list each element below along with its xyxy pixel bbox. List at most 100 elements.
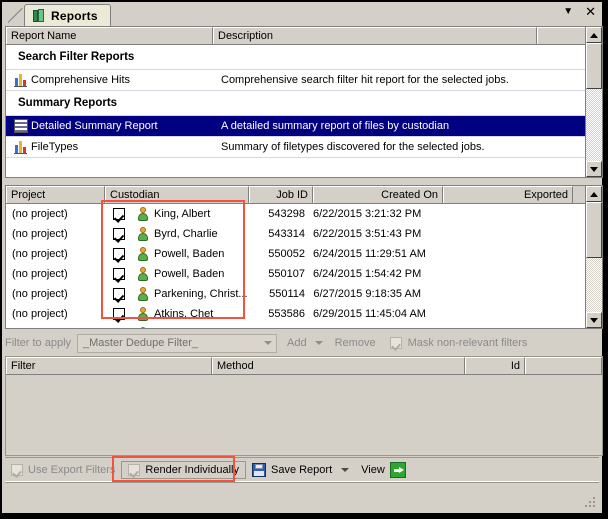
add-filter-chevron-icon[interactable] — [314, 341, 323, 345]
table-row[interactable]: (no project) Powell, Baden 550052 6/24/2015… — [6, 244, 602, 264]
scroll-thumb[interactable] — [586, 43, 602, 89]
custodian-checkbox[interactable] — [113, 208, 125, 220]
bar-chart-icon — [14, 73, 28, 87]
person-icon — [137, 287, 149, 301]
custodian-checkbox[interactable] — [113, 328, 125, 329]
render-individually-item[interactable]: Render Individually — [121, 461, 246, 479]
scroll-thumb[interactable] — [586, 202, 602, 258]
custodian-name: Parkening, Christ... — [154, 288, 248, 300]
column-header-method[interactable]: Method — [212, 357, 465, 374]
report-description-cell: Summary of filetypes discovered for the … — [221, 141, 485, 153]
column-header-exported[interactable]: Exported — [443, 186, 573, 203]
jobs-grid-scrollbar[interactable] — [585, 186, 602, 328]
cell-custodian[interactable]: Parkening, Christ... — [105, 287, 249, 301]
save-report-chevron-icon[interactable] — [341, 468, 350, 472]
cell-custodian[interactable]: Alsop, Lady — [105, 327, 249, 329]
cell-job-id: 553757 — [249, 328, 313, 329]
use-export-filters-checkbox[interactable] — [11, 464, 23, 476]
grid-report-icon — [14, 119, 28, 133]
scroll-up-button[interactable] — [586, 27, 602, 43]
scroll-track[interactable] — [586, 43, 602, 161]
cell-custodian[interactable]: Byrd, Charlie — [105, 227, 249, 241]
reports-window: Reports ▼ ✕ Report Name Description Sear… — [0, 0, 604, 515]
tab-reports-label: Reports — [51, 8, 98, 23]
cell-job-id: 550107 — [268, 268, 305, 280]
minimize-icon[interactable]: ▼ — [563, 5, 573, 18]
person-icon — [137, 327, 149, 328]
column-header-filter[interactable]: Filter — [6, 357, 212, 374]
custodian-checkbox[interactable] — [113, 288, 125, 300]
column-header-reports-blank[interactable] — [537, 27, 586, 44]
person-icon — [137, 227, 149, 241]
cell-custodian[interactable]: Powell, Baden — [105, 267, 249, 281]
save-report-button[interactable]: Save Report — [246, 461, 355, 479]
cell-job-id: 550114 — [269, 288, 305, 300]
table-row[interactable]: (no project) Parkening, Christ... 550114 6/… — [6, 284, 602, 304]
scroll-down-button[interactable] — [586, 312, 602, 328]
scroll-up-button[interactable] — [586, 186, 602, 202]
close-icon[interactable]: ✕ — [585, 5, 596, 18]
cell-created-on: 6/22/2015 3:51:43 PM — [313, 228, 422, 240]
column-header-custodian[interactable]: Custodian — [105, 186, 249, 203]
scroll-track[interactable] — [586, 202, 602, 312]
person-icon — [137, 207, 149, 221]
report-row[interactable]: Detailed Summary Report A detailed summar… — [6, 116, 602, 136]
custodian-name: Alsop, Lady — [154, 328, 249, 329]
cell-created-on: 6/29/2015 11:45:04 AM — [313, 308, 426, 320]
cell-custodian[interactable]: King, Albert — [105, 207, 249, 221]
custodian-checkbox[interactable] — [113, 268, 125, 280]
use-export-filters-item[interactable]: Use Export Filters — [5, 462, 121, 478]
table-row[interactable]: (no project) Byrd, Charlie 543314 6/22/2015… — [6, 224, 602, 244]
cell-created-on: 7/1/2015 2:53:45 PM — [313, 328, 443, 329]
filter-select[interactable]: _Master Dedupe Filter_ — [77, 333, 278, 353]
remove-filter-button[interactable]: Remove — [335, 337, 376, 349]
cell-custodian[interactable]: Atkins, Chet — [105, 307, 249, 321]
column-header-description[interactable]: Description — [213, 27, 537, 44]
table-row[interactable]: (no project) Atkins, Chet 553586 6/29/2015 … — [6, 304, 602, 324]
toolbar-top-divider — [5, 457, 599, 458]
scroll-down-button[interactable] — [586, 161, 602, 177]
table-row[interactable]: (no project) Alsop, Lady5537577/1/2015 2:… — [6, 324, 602, 329]
cell-job-id: 550052 — [268, 248, 305, 260]
view-button[interactable]: View — [355, 460, 412, 480]
title-bar: Reports ▼ ✕ — [2, 2, 602, 26]
custodian-checkbox[interactable] — [113, 308, 125, 320]
cell-job-id: 543314 — [268, 228, 305, 240]
green-arrow-icon[interactable] — [389, 462, 406, 478]
filter-select-value: _Master Dedupe Filter_ — [83, 337, 198, 349]
column-header-created-on[interactable]: Created On — [313, 186, 443, 203]
report-row[interactable]: Comprehensive Hits Comprehensive search f… — [6, 70, 602, 90]
report-name-cell: FileTypes — [31, 141, 79, 153]
add-filter-button[interactable]: Add — [287, 337, 307, 349]
column-header-report-name[interactable]: Report Name — [6, 27, 213, 44]
table-row[interactable]: (no project) King, Albert 543298 6/22/2015 … — [6, 204, 602, 224]
reports-grid-scrollbar[interactable] — [585, 27, 602, 177]
custodian-name: Powell, Baden — [154, 268, 225, 280]
cell-job-id: 543298 — [268, 208, 305, 220]
window-controls: ▼ ✕ — [563, 5, 596, 18]
resize-grip[interactable] — [585, 497, 597, 509]
column-header-filters-blank[interactable] — [525, 357, 602, 374]
cell-project: (no project) — [12, 308, 68, 320]
column-header-job-id[interactable]: Job ID — [249, 186, 313, 203]
report-name-cell: Comprehensive Hits — [31, 74, 131, 86]
column-header-id[interactable]: Id — [465, 357, 525, 374]
render-individually-checkbox[interactable] — [128, 464, 141, 476]
custodian-name: Powell, Baden — [154, 248, 225, 260]
filters-grid: Filter Method Id — [5, 356, 603, 456]
custodian-checkbox[interactable] — [113, 248, 125, 260]
view-label: View — [361, 464, 385, 476]
mask-non-relevant-filters-checkbox[interactable] — [389, 337, 402, 349]
jobs-grid-header: Project Custodian Job ID Created On Expo… — [6, 186, 602, 204]
filter-to-apply-bar: Filter to apply _Master Dedupe Filter_ A… — [5, 332, 599, 354]
chevron-down-icon[interactable] — [260, 336, 275, 351]
jobs-grid: Project Custodian Job ID Created On Expo… — [5, 185, 603, 329]
custodian-name: Byrd, Charlie — [154, 228, 218, 240]
custodian-checkbox[interactable] — [113, 228, 125, 240]
report-row[interactable]: FileTypes Summary of filetypes discovered… — [6, 137, 602, 157]
table-row[interactable]: (no project) Powell, Baden 550107 6/24/2015… — [6, 264, 602, 284]
column-header-project[interactable]: Project — [6, 186, 105, 203]
cell-custodian[interactable]: Powell, Baden — [105, 247, 249, 261]
report-description-cell: A detailed summary report of files by cu… — [221, 120, 450, 132]
tab-reports[interactable]: Reports — [24, 4, 111, 26]
